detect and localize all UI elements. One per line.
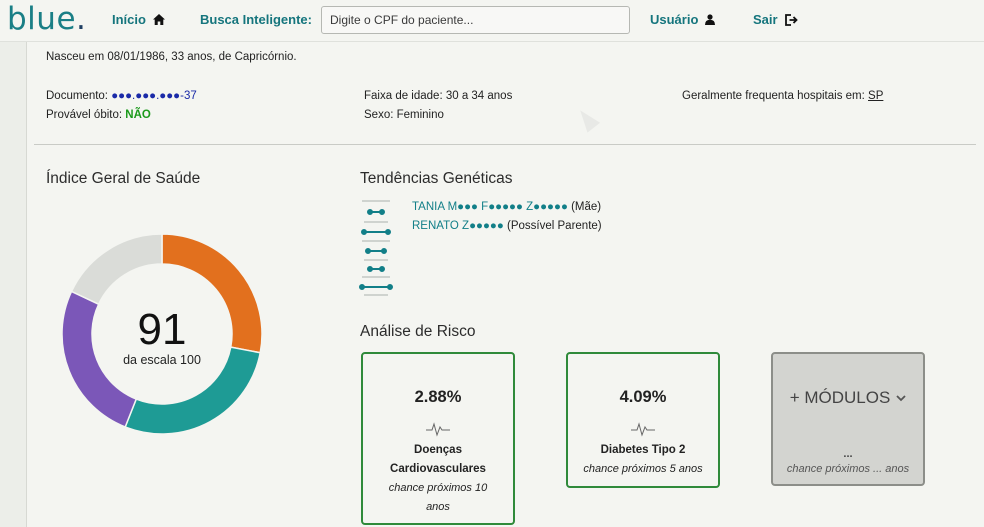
cpf-search-input[interactable]: [321, 6, 630, 34]
relative-item[interactable]: RENATO Z●●●●● (Possível Parente): [412, 220, 602, 232]
hospital-state-link[interactable]: SP: [868, 90, 883, 102]
risk-card-cardiovascular[interactable]: 2.88% Doenças Cardiovasculares chance pr…: [361, 352, 515, 525]
chevron-down-icon: [896, 394, 906, 401]
death-label: Provável óbito:: [46, 109, 123, 121]
heartbeat-icon: [631, 422, 655, 437]
relative-relation: (Mãe): [571, 201, 602, 213]
relative-relation: (Possível Parente): [507, 220, 602, 232]
risk-percent: 4.09%: [619, 388, 667, 406]
more-modules-button[interactable]: + MÓDULOS ... chance próximos ... anos: [771, 352, 925, 486]
user-label: Usuário: [650, 12, 699, 27]
risk-name-line2: Cardiovasculares: [390, 463, 486, 475]
home-label: Início: [112, 12, 146, 27]
section-divider: [34, 144, 976, 145]
health-score-caption: da escala 100: [123, 353, 201, 367]
relative-name: RENATO Z●●●●●: [412, 220, 504, 232]
risk-name: Doenças: [414, 444, 462, 456]
age-range: Faixa de idade: 30 a 34 anos: [364, 90, 513, 102]
donut-segment-4: [70, 233, 163, 306]
left-margin: [0, 42, 26, 527]
risk-analysis-title: Análise de Risco: [360, 323, 476, 340]
smart-search-label: Busca Inteligente:: [200, 12, 312, 27]
more-modules-label-row: + MÓDULOS: [773, 388, 923, 408]
genetics-title: Tendências Genéticas: [360, 170, 513, 187]
risk-chance: chance próximos 5 anos: [583, 463, 703, 475]
logout-label: Sair: [753, 12, 778, 27]
relative-item[interactable]: TANIA M●●● F●●●●● Z●●●●● (Mãe): [412, 201, 601, 213]
home-icon: [152, 14, 165, 25]
document-row: Documento: ●●●.●●●.●●●-37: [46, 90, 197, 102]
top-navbar: blue. Início Busca Inteligente: Usuário …: [0, 0, 984, 42]
hospital-row: Geralmente frequenta hospitais em: SP: [682, 90, 883, 102]
relative-name: TANIA M●●● F●●●●● Z●●●●●: [412, 201, 568, 213]
death-value: NÃO: [125, 109, 151, 121]
dna-icon: [359, 200, 393, 296]
home-link[interactable]: Início: [112, 12, 165, 27]
birth-info: Nasceu em 08/01/1986, 33 anos, de Capric…: [46, 51, 297, 63]
risk-percent: 2.88%: [414, 388, 462, 406]
logout-link[interactable]: Sair: [753, 12, 798, 27]
risk-chance: chance próximos 10: [388, 482, 488, 494]
user-icon: [705, 14, 716, 25]
document-label: Documento:: [46, 90, 109, 102]
risk-name: Diabetes Tipo 2: [600, 444, 686, 456]
risk-card-diabetes[interactable]: 4.09% Diabetes Tipo 2 chance próximos 5 …: [566, 352, 720, 488]
more-modules-chance: chance próximos ... anos: [786, 463, 910, 475]
heartbeat-icon: [426, 422, 450, 437]
blue-logo[interactable]: blue.: [7, 1, 86, 37]
more-modules-dots: ...: [843, 448, 853, 460]
document-value: ●●●.●●●.●●●-37: [111, 90, 197, 102]
risk-chance-line2: anos: [426, 501, 450, 513]
user-link[interactable]: Usuário: [650, 12, 716, 27]
death-row: Provável óbito: NÃO: [46, 109, 151, 121]
sex-info: Sexo: Feminino: [364, 109, 444, 121]
health-score: 91: [137, 305, 187, 354]
logout-icon: [784, 13, 798, 26]
health-index-title: Índice Geral de Saúde: [46, 170, 201, 187]
hospital-label: Geralmente frequenta hospitais em:: [682, 90, 865, 102]
more-modules-label: + MÓDULOS: [789, 388, 891, 407]
